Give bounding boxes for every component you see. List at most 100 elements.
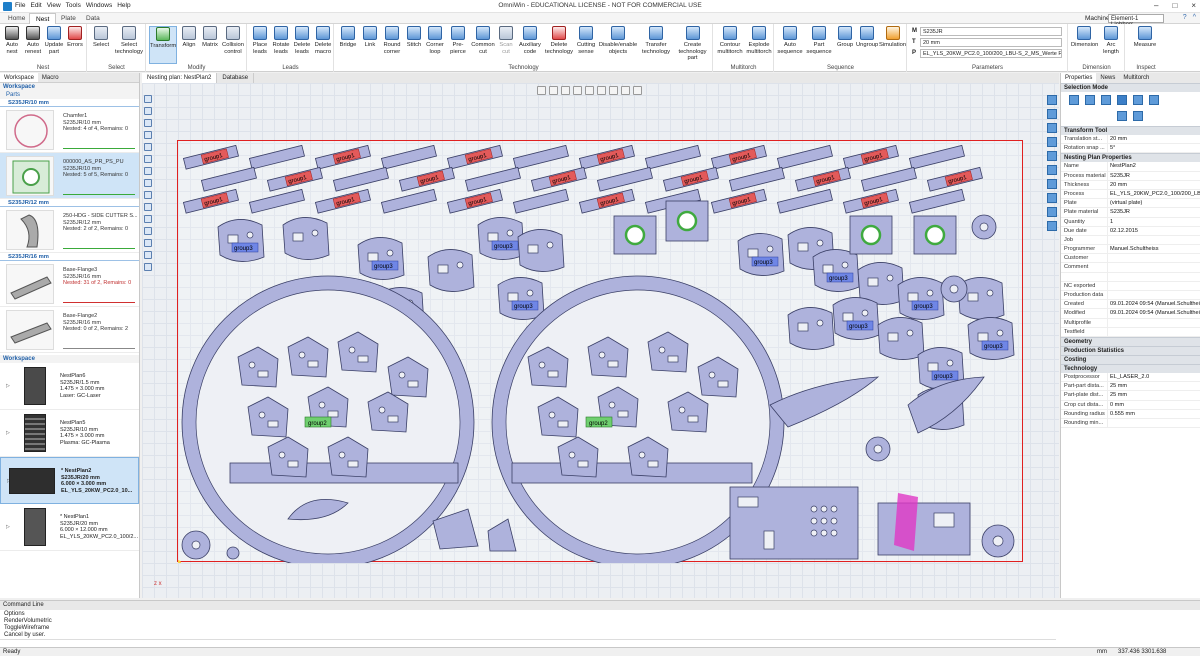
line-tool-icon[interactable]: [144, 155, 152, 163]
prop-value[interactable]: [1107, 235, 1200, 245]
list-item[interactable]: ▷ * NestPlan1 S235JR/20 mm 6.000 × 12.00…: [0, 504, 139, 551]
list-item[interactable]: Base-Flange2 S235JR/16 mm Nested: 0 of 2…: [0, 307, 139, 353]
param-thickness-field[interactable]: 20 mm: [920, 37, 1062, 47]
delete-leads-button[interactable]: Delete leads: [292, 26, 312, 64]
group1-part[interactable]: group1: [398, 166, 455, 192]
workspace-plans-header[interactable]: Workspace: [0, 355, 139, 363]
select-contour-icon[interactable]: [1133, 95, 1143, 105]
grid-icon[interactable]: [1047, 109, 1057, 119]
list-item[interactable]: Base-Flange3 S235JR/16 mm Nested: 31 of …: [0, 261, 139, 307]
group1-part[interactable]: [860, 166, 917, 192]
group3-part[interactable]: group3: [812, 249, 860, 292]
auto-nest-button[interactable]: Auto nest: [2, 26, 22, 64]
prop-row[interactable]: Part-part dista... 25 mm: [1061, 382, 1200, 392]
select-cross-icon[interactable]: [1101, 95, 1111, 105]
sequence-display-icon[interactable]: [1047, 151, 1057, 161]
errors-button[interactable]: Errors: [65, 26, 85, 64]
list-item[interactable]: ▷ * NestPlan2 S235JR/20 mm 6.000 × 3.000…: [0, 457, 139, 504]
group1-part[interactable]: group1: [446, 188, 503, 214]
technology-header[interactable]: Technology: [1061, 363, 1200, 373]
prop-row[interactable]: Programmer Manuel.Schultheiss: [1061, 245, 1200, 255]
snap-icon[interactable]: [1047, 123, 1057, 133]
group1-part[interactable]: [596, 166, 653, 192]
corner-loop-button[interactable]: Corner loop: [425, 26, 445, 64]
command-input[interactable]: [0, 639, 1056, 647]
prop-row[interactable]: Part-plate dist... 25 mm: [1061, 391, 1200, 401]
machine-select[interactable]: Element-1 Liebherr: [1108, 14, 1164, 28]
prop-value[interactable]: NestPlan2: [1107, 162, 1200, 171]
group3-part[interactable]: group3: [897, 277, 945, 320]
common-cut-button[interactable]: Common cut: [471, 26, 495, 64]
workspace-parts-header[interactable]: Workspace: [0, 83, 139, 91]
auto-renest-button[interactable]: Auto renest: [23, 26, 43, 64]
group3-part[interactable]: [877, 317, 925, 360]
prop-value[interactable]: S235JR: [1107, 208, 1200, 217]
select-part-icon[interactable]: [1117, 95, 1127, 105]
prop-value[interactable]: [1107, 318, 1200, 327]
ribbon-collapse-icon[interactable]: ^: [1193, 14, 1196, 21]
production-stats-header[interactable]: Production Statistics: [1061, 345, 1200, 355]
group1-part[interactable]: group1: [314, 188, 371, 214]
explode-multitorch-button[interactable]: Explode multitorch: [745, 26, 773, 64]
prop-row[interactable]: Translation st... 20 mm: [1061, 135, 1200, 145]
measure-tool-icon[interactable]: [144, 251, 152, 259]
group1-part[interactable]: [908, 188, 965, 214]
disable-enable-objects-button[interactable]: Disable/enable objects: [598, 26, 638, 64]
prop-row[interactable]: [1061, 272, 1200, 282]
group1-part[interactable]: [776, 188, 833, 214]
group1-part[interactable]: [512, 144, 569, 170]
tag-display-icon[interactable]: [1047, 179, 1057, 189]
prop-value[interactable]: 09.01.2024 09:54 (Manuel.Schultheiss): [1107, 300, 1200, 309]
text-tool-icon[interactable]: [144, 215, 152, 223]
prop-value[interactable]: S235JR: [1107, 171, 1200, 180]
cutting-sense-button[interactable]: Cutting sense: [575, 26, 597, 64]
auxiliary-code-button[interactable]: Auxiliary code: [517, 26, 543, 64]
material-group-header[interactable]: S235JR/16 mm: [0, 253, 139, 261]
prop-row[interactable]: Due date 02.12.2015: [1061, 226, 1200, 236]
nesting-props-header[interactable]: Nesting Plan Properties: [1061, 153, 1200, 163]
group3-part[interactable]: [517, 229, 565, 272]
group1-part[interactable]: group1: [710, 188, 767, 214]
select-tool-icon[interactable]: [144, 95, 152, 103]
pre-pierce-button[interactable]: Pre-pierce: [446, 26, 470, 64]
group1-part[interactable]: group1: [182, 144, 239, 170]
label-display-icon[interactable]: [1047, 193, 1057, 203]
minimize-icon[interactable]: –: [1154, 1, 1158, 10]
group1-part[interactable]: [908, 144, 965, 170]
tab-database[interactable]: Database: [217, 73, 255, 83]
select-technology-button[interactable]: Select technology: [114, 26, 144, 64]
group1-part[interactable]: group1: [446, 144, 503, 170]
select-tag-icon[interactable]: [1133, 111, 1143, 121]
prop-value[interactable]: 25 mm: [1107, 391, 1200, 400]
prop-value[interactable]: [1107, 327, 1200, 336]
maximize-icon[interactable]: □: [1172, 1, 1177, 10]
prop-value[interactable]: [1107, 291, 1200, 300]
view-top-icon[interactable]: [597, 86, 606, 95]
tab-workspace[interactable]: Workspace: [0, 73, 38, 82]
prop-value[interactable]: 5°: [1107, 144, 1200, 153]
param-material-field[interactable]: S235JR: [920, 26, 1062, 36]
prop-value[interactable]: 20 mm: [1107, 180, 1200, 189]
group3-part[interactable]: [282, 217, 330, 260]
prop-row[interactable]: Multiprofile: [1061, 318, 1200, 328]
group3-part[interactable]: group3: [737, 233, 785, 276]
prop-value[interactable]: Manuel.Schultheiss: [1107, 245, 1200, 254]
list-item[interactable]: 250-HDG - SIDE CUTTER S... S235JR/12 mm …: [0, 207, 139, 253]
tab-macro[interactable]: Macro: [38, 73, 63, 82]
group3-part[interactable]: group3: [832, 297, 880, 340]
prop-value[interactable]: EL_LASER_2.0: [1107, 372, 1200, 382]
group3-part[interactable]: group3: [357, 237, 405, 280]
place-leads-button[interactable]: Place leads: [250, 26, 270, 64]
select-window-icon[interactable]: [1085, 95, 1095, 105]
prop-row[interactable]: Rotation snap ... 5°: [1061, 144, 1200, 154]
bottom-right-parts[interactable]: [729, 486, 1015, 560]
group1-part[interactable]: [464, 166, 521, 192]
expand-caret-icon[interactable]: ▷: [6, 383, 10, 389]
prop-value[interactable]: [1107, 418, 1200, 428]
prop-row[interactable]: Quantity 1: [1061, 217, 1200, 227]
transform-button[interactable]: Transform: [149, 26, 177, 64]
group3-part[interactable]: group3: [217, 219, 265, 262]
group1-part[interactable]: [776, 144, 833, 170]
create-technology-part-button[interactable]: Create technology part: [674, 26, 711, 64]
transform-tool-header[interactable]: Transform Tool: [1061, 126, 1200, 135]
